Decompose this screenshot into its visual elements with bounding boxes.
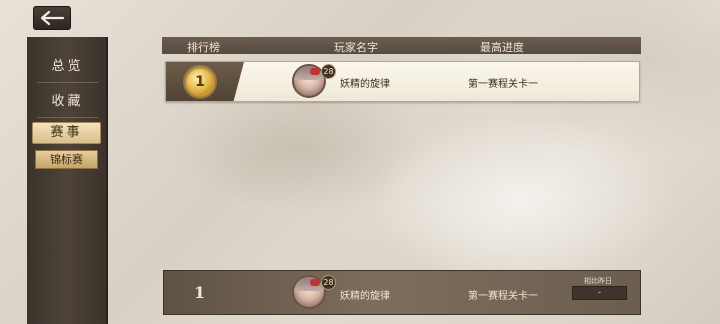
compare-yesterday-label: 相比昨日 xyxy=(584,277,612,285)
level-badge: 28 xyxy=(321,64,336,79)
player-name: 妖精的旋律 xyxy=(340,79,390,90)
my-level-badge: 28 xyxy=(321,275,336,290)
avatar-bow xyxy=(310,68,320,75)
leaderboard-row[interactable]: 1 28 妖精的旋律 第一赛程关卡一 xyxy=(165,61,640,102)
leaderboard-header: 排行榜 玩家名字 最高进度 xyxy=(162,37,641,54)
sidebar: 总览 收藏 赛事 锦标赛 xyxy=(27,37,108,324)
player-progress: 第一赛程关卡一 xyxy=(468,79,538,90)
sidebar-item-overview[interactable]: 总览 xyxy=(27,55,108,74)
my-rank-number: 1 xyxy=(194,283,206,302)
my-rank-row: 1 28 妖精的旋律 第一赛程关卡一 相比昨日 - xyxy=(163,270,641,315)
sidebar-subitem-championship[interactable]: 锦标赛 xyxy=(35,150,98,169)
sidebar-divider xyxy=(37,117,98,118)
compare-yesterday-value: - xyxy=(572,286,627,300)
my-player-name: 妖精的旋律 xyxy=(340,291,390,302)
sidebar-item-events[interactable]: 赛事 xyxy=(32,122,101,144)
back-arrow-icon xyxy=(40,10,65,26)
avatar-bow xyxy=(310,279,320,286)
header-rank: 排行榜 xyxy=(187,41,220,54)
header-best-progress: 最高进度 xyxy=(480,41,524,54)
sidebar-item-collection[interactable]: 收藏 xyxy=(27,90,108,109)
sidebar-divider xyxy=(37,82,98,83)
back-button[interactable] xyxy=(33,6,71,30)
gold-medal-icon: 1 xyxy=(185,67,215,97)
my-player-progress: 第一赛程关卡一 xyxy=(468,291,538,302)
header-player-name: 玩家名字 xyxy=(334,41,378,54)
rank-number: 1 xyxy=(195,74,205,90)
